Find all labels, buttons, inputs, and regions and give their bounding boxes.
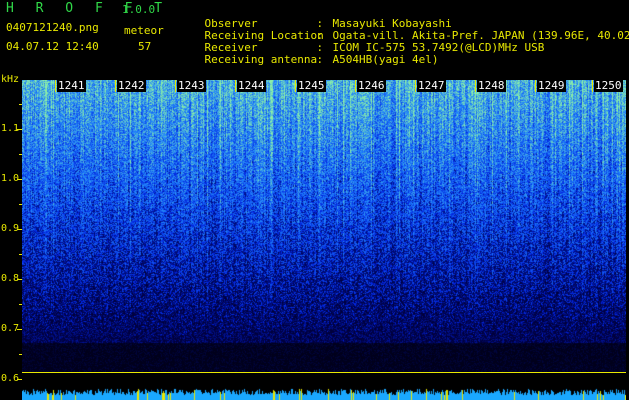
y-minor-tick	[19, 104, 22, 105]
time-label: 1244	[237, 79, 266, 92]
y-tick	[17, 279, 22, 280]
time-tick	[415, 80, 416, 92]
meteor-label: meteor	[124, 24, 164, 37]
time-label: 1246	[357, 79, 386, 92]
time-label: 1250	[594, 79, 623, 92]
frequency-axis: kHz 1.1 1.0 0.9 0.8 0.7 0.6	[0, 72, 22, 392]
time-tick	[475, 80, 476, 92]
time-tick	[175, 80, 176, 92]
baseline-marker	[22, 372, 626, 373]
time-tick	[592, 80, 593, 92]
frequency-unit-label: kHz	[1, 74, 20, 85]
time-tick	[355, 80, 356, 92]
time-label: 1247	[417, 79, 446, 92]
time-label: 1243	[177, 79, 206, 92]
amplitude-trace	[22, 385, 626, 400]
time-label: 1248	[477, 79, 506, 92]
time-tick	[115, 80, 116, 92]
time-label: 1241	[57, 79, 86, 92]
image-filename: 0407121240.png	[6, 21, 99, 34]
y-minor-tick	[19, 154, 22, 155]
app-version: 1.0.0	[122, 3, 156, 16]
y-tick	[17, 129, 22, 130]
y-tick	[17, 329, 22, 330]
y-tick	[17, 379, 22, 380]
header-panel: H R O F F T 1.0.0 0407121240.png 04.07.1…	[0, 0, 629, 80]
y-minor-tick	[19, 204, 22, 205]
y-minor-tick	[19, 354, 22, 355]
y-tick	[17, 229, 22, 230]
time-tick	[535, 80, 536, 92]
antenna-value: A504HB(yagi 4el)	[332, 53, 439, 66]
antenna-row: Receiving antenna: A504HB(yagi 4el)	[204, 53, 439, 66]
time-tick	[235, 80, 236, 92]
time-label: 1242	[117, 79, 146, 92]
time-tick	[295, 80, 296, 92]
y-minor-tick	[19, 304, 22, 305]
meteor-count: 57	[138, 40, 152, 53]
spectrogram	[22, 80, 626, 372]
y-tick	[17, 179, 22, 180]
capture-datetime: 04.07.12 12:40	[6, 40, 99, 53]
time-tick	[55, 80, 56, 92]
antenna-label: Receiving antenna	[204, 53, 318, 66]
y-minor-tick	[19, 254, 22, 255]
time-label: 1245	[297, 79, 326, 92]
time-label: 1249	[537, 79, 566, 92]
